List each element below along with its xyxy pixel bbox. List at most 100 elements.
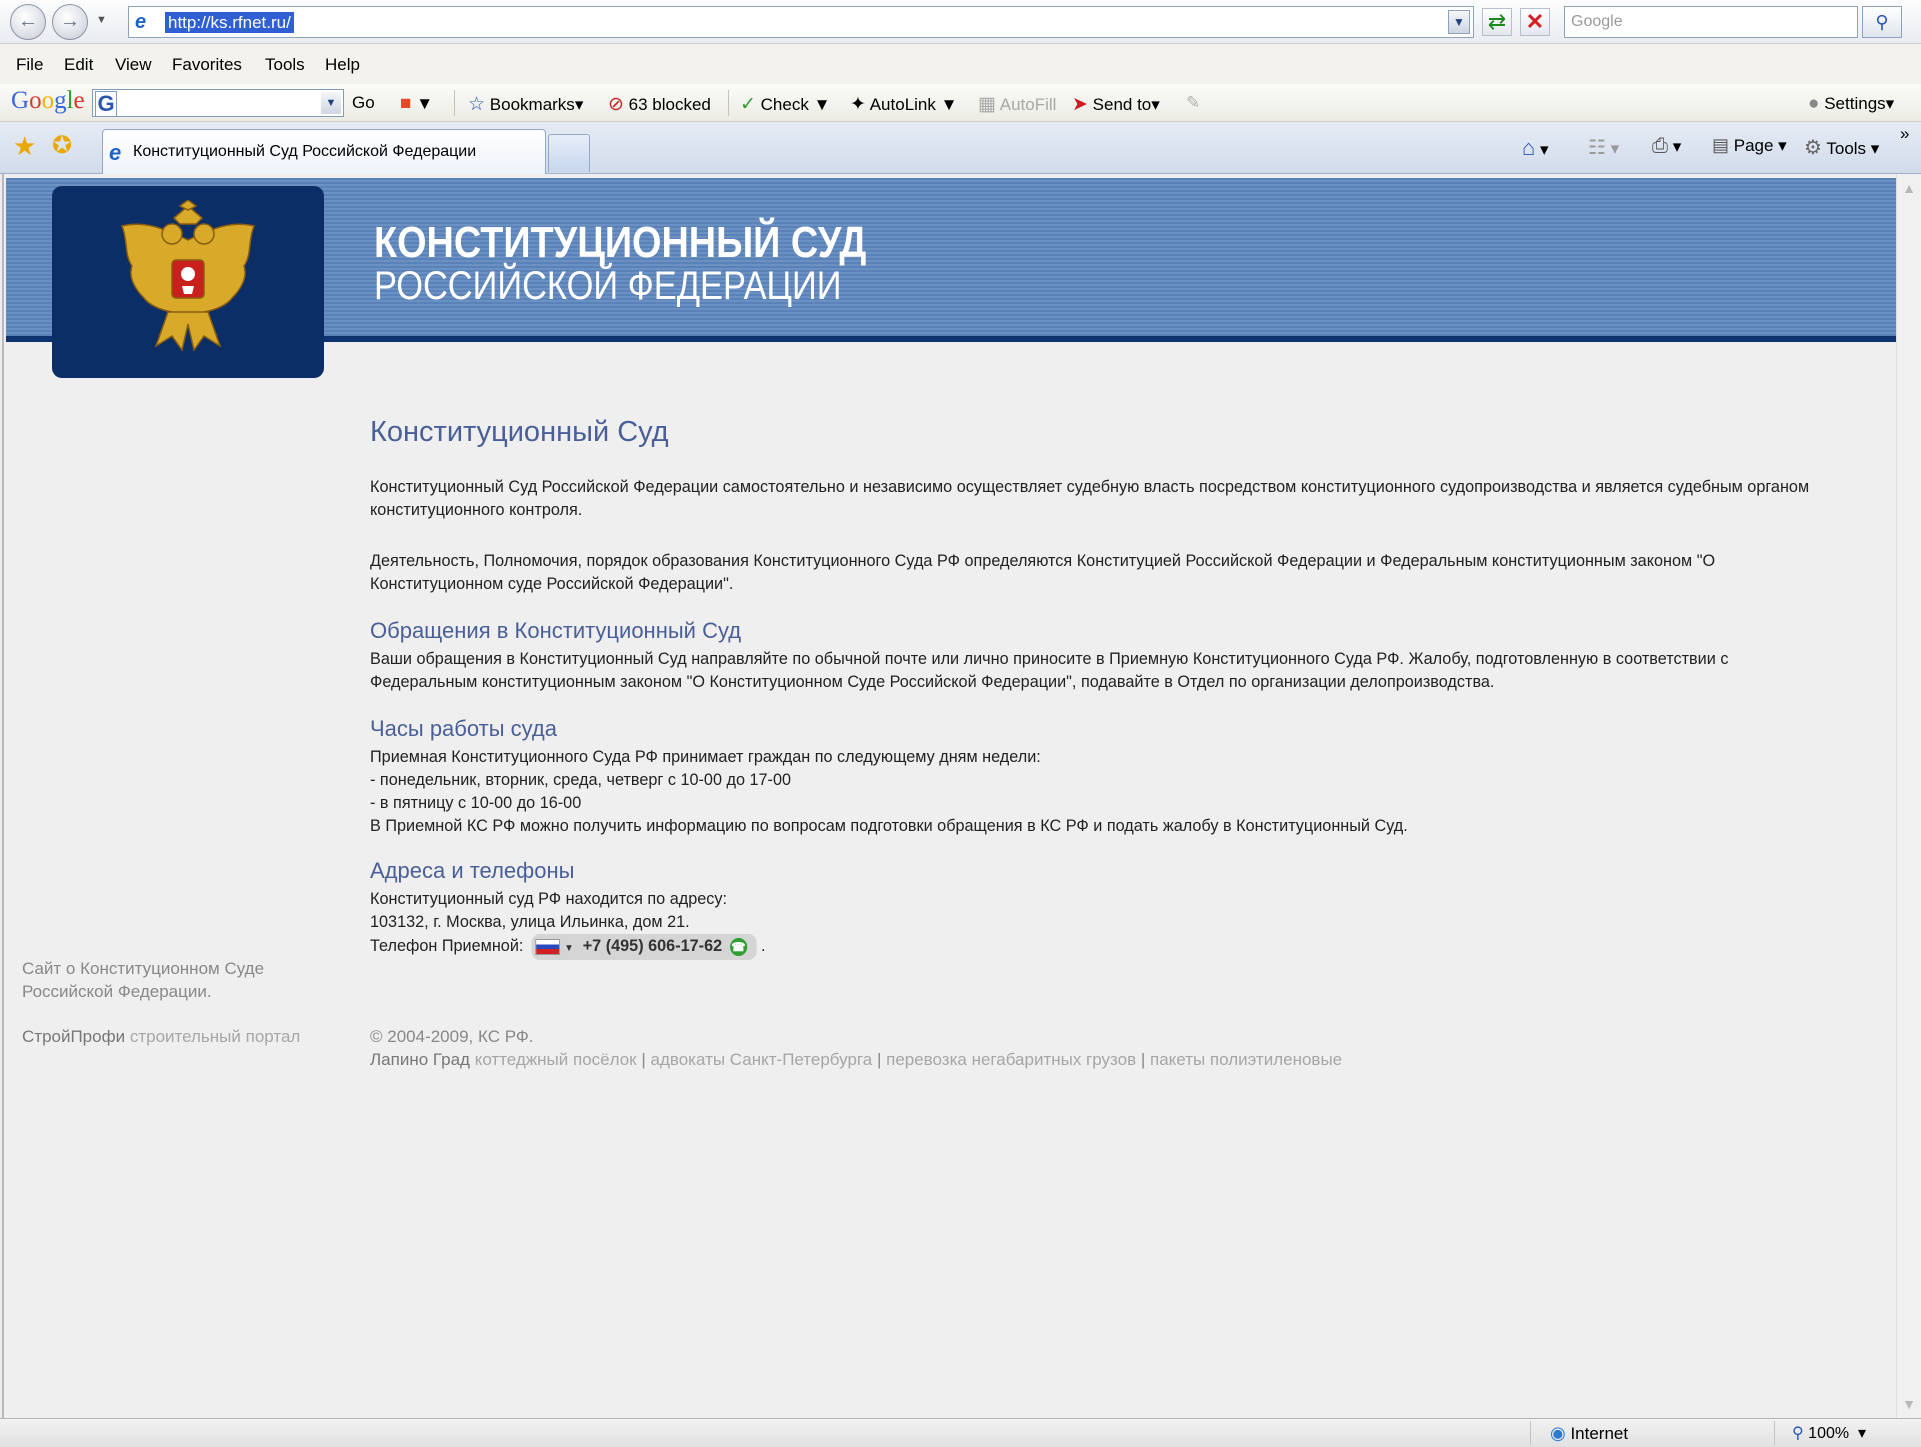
- back-arrow-icon: ←: [18, 10, 38, 32]
- refresh-button[interactable]: ⇄: [1482, 8, 1512, 36]
- sidebar-stroyprofi: СтройПрофи строительный портал: [22, 1025, 302, 1048]
- phone-suffix: .: [761, 936, 766, 955]
- new-tab-button[interactable]: [548, 134, 590, 172]
- page-icon: ▤: [1712, 135, 1730, 155]
- settings-button[interactable]: ● Settings▾: [1808, 93, 1894, 115]
- scroll-up-icon[interactable]: ▲: [1897, 176, 1921, 200]
- footer-link-packages[interactable]: пакеты полиэтиленовые: [1150, 1050, 1342, 1069]
- popup-blocker-button[interactable]: ⊘ 63 blocked: [608, 93, 711, 116]
- menu-bar: File Edit View Favorites Tools Help: [0, 44, 1921, 84]
- hours-line-3: - в пятницу с 10-00 до 16-00: [370, 793, 582, 812]
- history-dropdown-icon[interactable]: ▼: [96, 14, 107, 26]
- page-menu-button[interactable]: ▤ Page ▾: [1712, 135, 1787, 156]
- menu-view[interactable]: View: [115, 55, 152, 75]
- home-icon: ⌂: [1522, 135, 1536, 160]
- footer-links: Лапино Град коттеджный посёлок | адвокат…: [370, 1048, 1342, 1071]
- footer-lapino[interactable]: Лапино Град: [370, 1050, 470, 1069]
- footer-link-cottage[interactable]: коттеджный посёлок: [475, 1050, 637, 1069]
- google-search-input[interactable]: G ▼: [92, 89, 344, 117]
- address-dropdown-button[interactable]: ▼: [1448, 10, 1470, 34]
- address-url[interactable]: http://ks.rfnet.ru/: [165, 12, 294, 33]
- toolbar-separator: [728, 90, 729, 116]
- rss-icon: ☷: [1588, 137, 1606, 159]
- footer-link-transport[interactable]: перевозка негабаритных грузов: [886, 1050, 1136, 1069]
- skype-phone-widget[interactable]: ▼ +7 (495) 606-17-62 ☎: [531, 934, 757, 960]
- bookmarks-button[interactable]: ☆ Bookmarks▾: [468, 93, 583, 116]
- ie-page-icon: e: [109, 140, 122, 165]
- intro-paragraph-2: Деятельность, Полномочия, порядок образо…: [370, 551, 1716, 593]
- menu-tools[interactable]: Tools: [265, 55, 305, 75]
- sidebar-about: Сайт о Конституционном Суде Российской Ф…: [22, 959, 265, 1001]
- settings-icon: ●: [1808, 93, 1820, 114]
- address-bar-row: ← → ▼ e http://ks.rfnet.ru/ ▼ ⇄ ✕ Google…: [0, 0, 1921, 44]
- tab-title: Конституционный Суд Российской Федерации: [133, 143, 477, 160]
- google-options-button[interactable]: ■ ▼: [400, 93, 433, 115]
- russia-flag-icon: [535, 938, 561, 955]
- tools-menu-button[interactable]: ⚙ Tools ▾: [1804, 135, 1879, 160]
- footer-separator: |: [876, 1050, 882, 1069]
- add-to-favorites-icon[interactable]: ✪: [52, 131, 72, 160]
- menu-file[interactable]: File: [16, 55, 43, 75]
- tab-active[interactable]: e Конституционный Суд Российской Федерац…: [102, 129, 546, 174]
- footer-link-lawyers[interactable]: адвокаты Санкт-Петербурга: [651, 1050, 873, 1069]
- google-logo[interactable]: Google: [11, 87, 85, 115]
- home-button[interactable]: ⌂ ▾: [1522, 135, 1549, 161]
- russian-coat-of-arms-icon: [120, 200, 256, 352]
- hours-line-2: - понедельник, вторник, среда, четверг с…: [370, 770, 792, 789]
- autofill-button[interactable]: ▦ AutoFill: [978, 93, 1056, 116]
- back-button[interactable]: ←: [10, 4, 46, 40]
- phone-number[interactable]: +7 (495) 606-17-62: [583, 936, 722, 955]
- spellcheck-icon: ✓: [740, 94, 756, 115]
- site-title-line1: КОНСТИТУЦИОННЫЙ СУД: [374, 218, 867, 267]
- stop-button[interactable]: ✕: [1520, 8, 1550, 36]
- feeds-button[interactable]: ☷ ▾: [1588, 135, 1619, 160]
- scroll-down-icon[interactable]: ▼: [1897, 1392, 1921, 1416]
- contacts-line-2: 103132, г. Москва, улица Ильинка, дом 21…: [370, 912, 690, 931]
- search-placeholder: Google: [1571, 13, 1623, 30]
- phone-label: Телефон Приемной:: [370, 936, 524, 955]
- stroyprofi-text[interactable]: строительный портал: [130, 1027, 301, 1046]
- print-button[interactable]: ⎙ ▾: [1652, 135, 1681, 158]
- google-g-icon[interactable]: G: [95, 91, 117, 117]
- google-toolbar: Google G ▼ Go ■ ▼ ☆ Bookmarks▾ ⊘ 63 bloc…: [0, 84, 1921, 122]
- hours-heading: Часы работы суда: [370, 716, 557, 741]
- zoom-level[interactable]: ⚲ 100% ▾: [1792, 1423, 1866, 1443]
- hours-line-4: В Приемной КС РФ можно получить информац…: [370, 816, 1408, 835]
- autolink-button[interactable]: ✦ AutoLink ▼: [850, 93, 957, 116]
- menu-help[interactable]: Help: [325, 55, 360, 75]
- zoom-icon: ⚲: [1792, 1425, 1804, 1442]
- close-icon: ✕: [1525, 9, 1545, 34]
- highlight-icon[interactable]: ✎: [1186, 93, 1200, 113]
- vertical-scrollbar[interactable]: ▲ ▼: [1896, 174, 1921, 1418]
- popup-blocked-icon: ⊘: [608, 94, 624, 115]
- forward-button[interactable]: →: [52, 4, 88, 40]
- emblem-panel[interactable]: [52, 186, 324, 378]
- gear-icon: ⚙: [1804, 137, 1822, 159]
- menu-edit[interactable]: Edit: [64, 55, 93, 75]
- spell-check-button[interactable]: ✓ Check ▼: [740, 93, 830, 116]
- favorites-center-icon[interactable]: ★: [13, 131, 36, 162]
- hours-line-1: Приемная Конституционного Суда РФ приним…: [370, 747, 1041, 766]
- search-input[interactable]: Google: [1564, 6, 1858, 38]
- magic-wand-icon: ✦: [850, 94, 866, 115]
- call-icon[interactable]: ☎: [729, 937, 747, 956]
- send-to-button[interactable]: ➤ Send to▾: [1072, 93, 1160, 116]
- chevron-down-icon: ▼: [564, 943, 574, 954]
- google-search-dropdown[interactable]: ▼: [321, 92, 341, 114]
- address-input[interactable]: e http://ks.rfnet.ru/: [128, 6, 1474, 38]
- google-go-button[interactable]: Go: [352, 93, 375, 113]
- stroyprofi-link[interactable]: СтройПрофи: [22, 1027, 125, 1046]
- copyright: © 2004-2009, КС РФ.: [370, 1027, 534, 1046]
- autofill-icon: ▦: [978, 94, 996, 115]
- search-button[interactable]: ⚲: [1862, 6, 1902, 38]
- printer-icon: ⎙: [1652, 135, 1668, 157]
- menu-favorites[interactable]: Favorites: [172, 55, 242, 75]
- page-title: Конституционный Суд: [370, 416, 669, 448]
- chevron-down-icon: ▼: [1453, 15, 1465, 29]
- status-divider: [1530, 1421, 1531, 1445]
- chevron-more-icon[interactable]: »: [1900, 124, 1909, 144]
- google-apps-icon: ■: [400, 93, 412, 114]
- status-divider: [1774, 1421, 1775, 1445]
- security-zone[interactable]: ◉ Internet: [1550, 1423, 1628, 1444]
- star-icon: ☆: [468, 94, 486, 115]
